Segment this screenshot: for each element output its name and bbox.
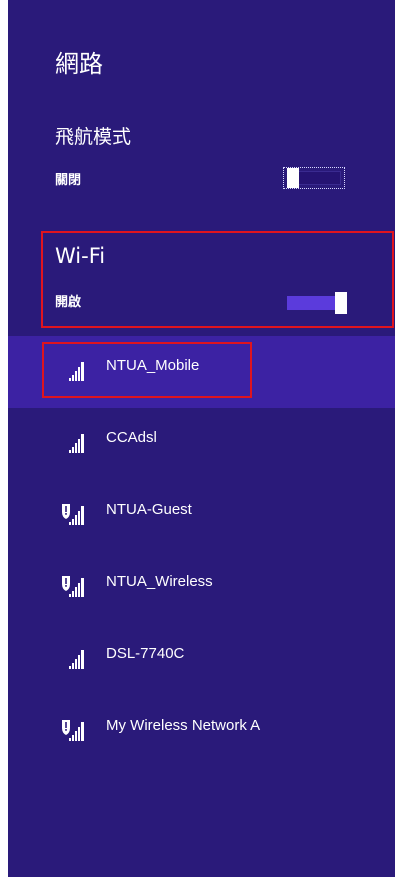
wifi-shield-signal-icon [60,574,88,598]
toggle-thumb [287,168,299,188]
network-name: My Wireless Network A [106,717,261,734]
wifi-label: Wi-Fi [55,244,106,268]
toggle-track [287,296,337,310]
network-name: CCAdsl [106,429,157,446]
toggle-thumb [335,292,347,314]
network-item[interactable]: NTUA_Wireless [8,552,395,624]
network-item[interactable]: CCAdsl [8,408,395,480]
airplane-mode-toggle[interactable] [283,167,345,189]
network-item[interactable]: DSL-7740C [8,624,395,696]
network-item[interactable]: NTUA-Guest [8,480,395,552]
wifi-signal-icon [60,430,88,454]
wifi-signal-icon [60,646,88,670]
wifi-state: 開啟 [55,295,82,310]
network-name: NTUA_Wireless [106,573,213,590]
network-item[interactable]: NTUA_Mobile [8,336,395,408]
network-name: DSL-7740C [106,645,185,662]
network-panel: 網路 飛航模式 關閉 Wi-Fi 開啟 NTUA_Mobile CCAdsl NTU… [8,0,395,877]
wifi-shield-signal-icon [60,718,88,742]
network-item[interactable]: My Wireless Network A [8,696,395,768]
selected-network-highlight [42,342,252,398]
network-list: NTUA_Mobile CCAdsl NTUA-Guest NTUA_Wireless… [8,336,395,768]
wifi-shield-signal-icon [60,502,88,526]
panel-title: 網路 [55,50,103,78]
wifi-toggle[interactable] [285,292,347,314]
airplane-mode-label: 飛航模式 [55,126,132,148]
network-name: NTUA-Guest [106,501,192,518]
airplane-mode-state: 關閉 [55,173,82,188]
